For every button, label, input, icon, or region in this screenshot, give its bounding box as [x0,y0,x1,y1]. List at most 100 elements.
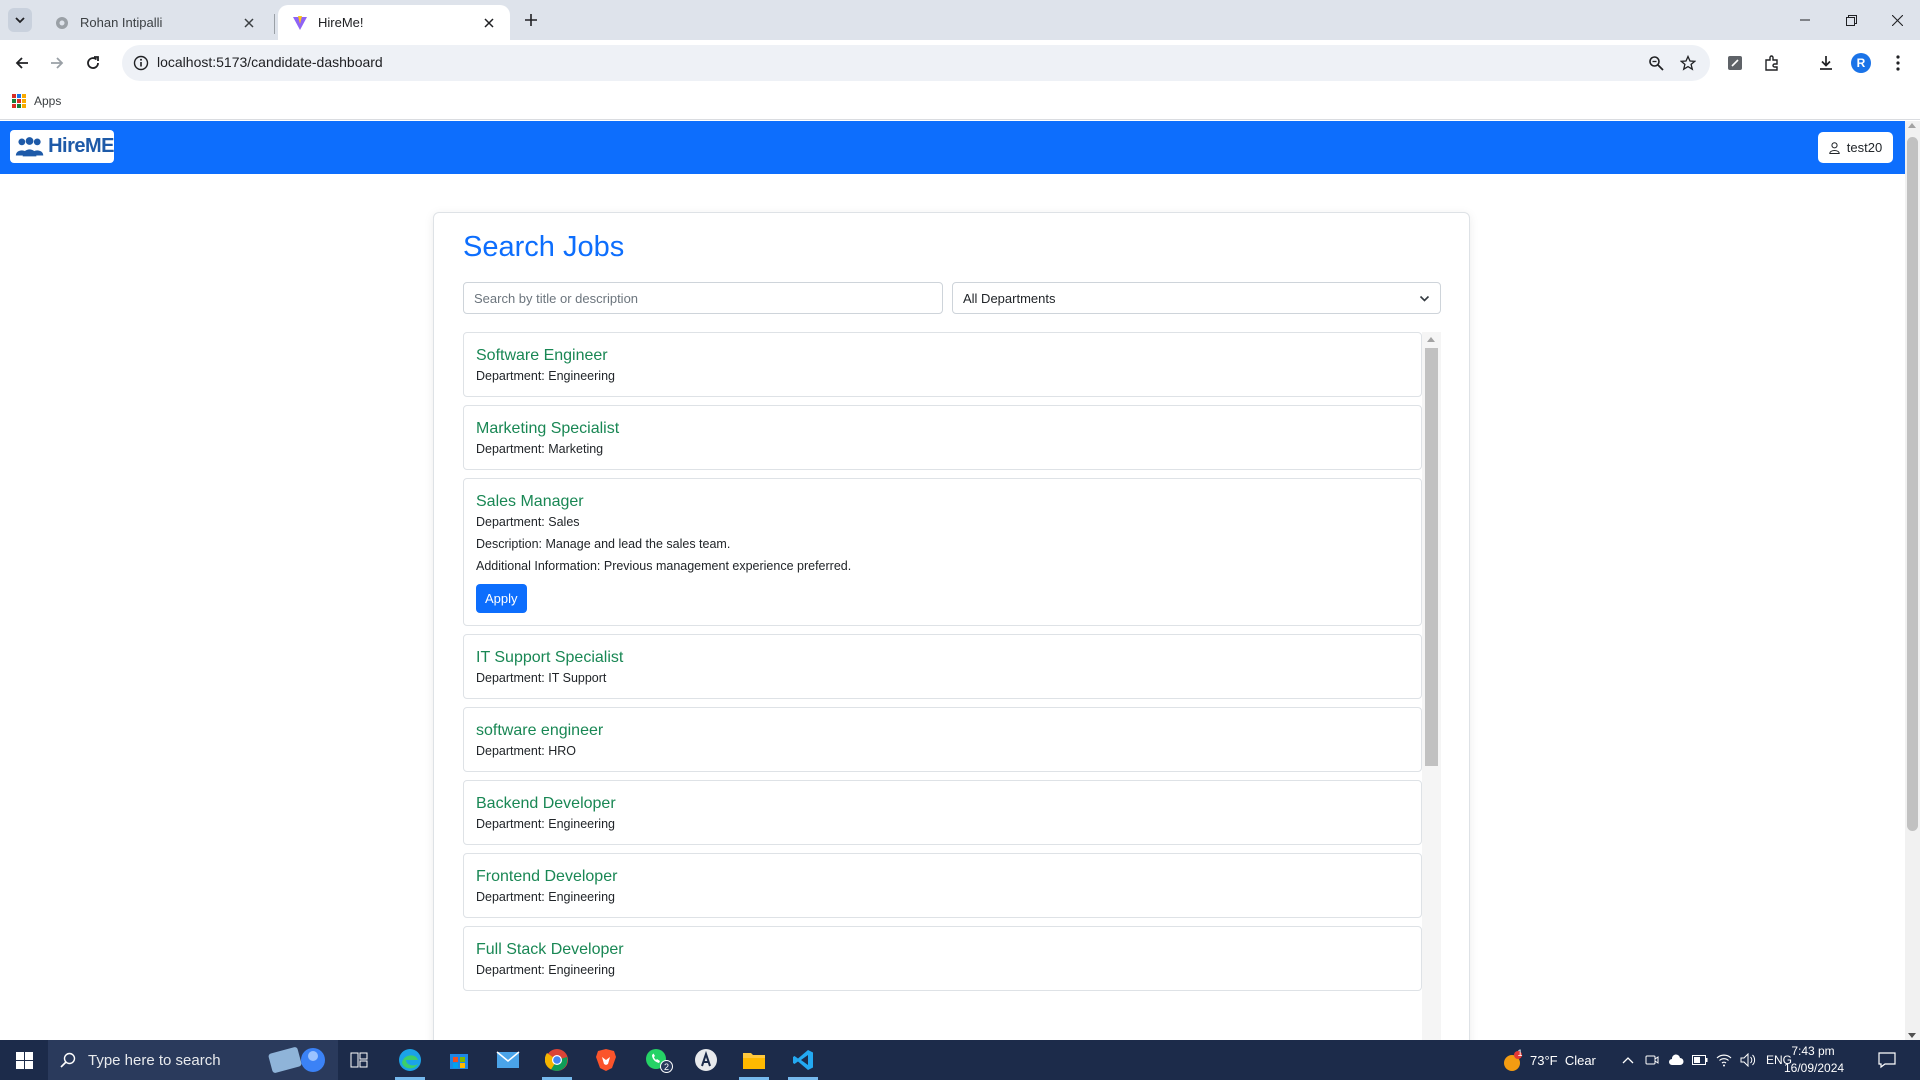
restore-icon [1845,14,1857,26]
task-view-icon [350,1052,368,1068]
start-button[interactable] [0,1040,48,1080]
menu-kebab-icon[interactable] [1886,51,1910,75]
windows-taskbar: Type here to search 2 1 73°F Clear ENG 7… [0,1040,1920,1080]
job-card[interactable]: Full Stack Developer Department: Enginee… [463,926,1422,991]
weather-text: 73°F Clear [1530,1052,1596,1068]
scroll-down-arrow-icon[interactable] [1908,1033,1916,1038]
job-card[interactable]: software engineer Department: HRO [463,707,1422,772]
job-department: Department: Marketing [476,442,604,456]
scroll-up-arrow-icon[interactable] [1427,337,1435,342]
department-select[interactable]: All Departments [952,282,1441,314]
people-group-icon [15,136,44,156]
weather-icon[interactable]: 1 [1500,1048,1524,1072]
user-menu-button[interactable]: test20 [1818,132,1893,163]
tab-rohan-intipalli[interactable]: Rohan Intipalli [40,5,270,40]
tab-label: Rohan Intipalli [80,15,163,30]
chevron-up-icon[interactable] [1620,1052,1636,1068]
job-card[interactable]: Marketing Specialist Department: Marketi… [463,405,1422,470]
tab-search-button[interactable] [8,8,32,32]
profile-avatar-button[interactable]: R [1849,51,1873,75]
extension-puzzle-alt-icon[interactable] [1723,51,1747,75]
taskbar-search-placeholder: Type here to search [88,1051,221,1069]
battery-icon[interactable] [1692,1052,1708,1068]
taskbar-whatsapp[interactable]: 2 [634,1040,680,1080]
taskbar-file-explorer[interactable] [731,1040,777,1080]
search-highlight-illustration-icon [268,1047,325,1073]
new-tab-button[interactable] [520,8,542,32]
close-icon[interactable] [240,14,258,32]
onedrive-cloud-icon[interactable] [1668,1052,1684,1068]
job-title[interactable]: Full Stack Developer [476,940,1409,959]
brand-logo[interactable]: HireME [10,130,114,163]
notification-badge: 2 [660,1060,673,1073]
job-title[interactable]: software engineer [476,721,1409,740]
weather-widget[interactable]: 73°F Clear [1530,1040,1596,1080]
folder-icon [743,1053,765,1069]
job-title[interactable]: IT Support Specialist [476,648,1409,667]
volume-icon[interactable] [1740,1052,1756,1068]
page-viewport: HireME test20 Search Jobs All Department… [0,121,1920,1040]
wifi-icon[interactable] [1716,1052,1732,1068]
vite-logo-icon [292,15,308,31]
job-card[interactable]: Backend Developer Department: Engineerin… [463,780,1422,845]
job-list[interactable]: Software Engineer Department: Engineerin… [463,332,1441,1040]
restore-button[interactable] [1828,0,1874,40]
taskbar-chrome[interactable] [534,1040,580,1080]
job-card-expanded[interactable]: Sales Manager Department: Sales Descript… [463,478,1422,626]
reload-button[interactable] [80,50,106,76]
clock-date: 16/09/2024 [1784,1061,1845,1075]
taskbar-app-store[interactable] [683,1040,729,1080]
site-info-icon[interactable] [132,54,150,72]
user-icon [1829,141,1840,154]
taskbar-clock[interactable]: 7:43 pm 16/09/2024 [1784,1043,1845,1077]
taskbar-brave[interactable] [583,1040,629,1080]
scroll-up-arrow-icon[interactable] [1908,123,1916,128]
scrollbar-thumb[interactable] [1425,348,1438,766]
close-icon[interactable] [480,14,498,32]
clock-time: 7:43 pm [1791,1044,1835,1058]
taskbar-store[interactable] [436,1040,482,1080]
back-button[interactable] [9,50,35,76]
windows-logo-icon [15,1051,33,1069]
close-window-button[interactable] [1874,0,1920,40]
download-icon[interactable] [1814,51,1838,75]
taskbar-mail[interactable] [485,1040,531,1080]
job-title[interactable]: Frontend Developer [476,867,1409,886]
scrollbar-thumb[interactable] [1907,137,1918,831]
job-department: Department: HRO [476,744,577,758]
minimize-button[interactable] [1782,0,1828,40]
forward-button[interactable] [44,50,70,76]
job-department: Department: Engineering [476,817,615,831]
taskbar-vscode[interactable] [780,1040,826,1080]
brand-name: HireME [48,135,114,157]
address-bar[interactable]: localhost:5173/candidate-dashboard [122,45,1710,81]
job-list-scrollbar[interactable] [1422,332,1441,1040]
job-card[interactable]: IT Support Specialist Department: IT Sup… [463,634,1422,699]
app-store-icon [695,1049,717,1071]
meet-now-icon[interactable] [1644,1052,1660,1068]
tab-label: HireMe! [318,15,364,30]
notifications-icon[interactable] [1878,1051,1896,1069]
bookmark-star-icon[interactable] [1678,53,1698,73]
taskbar-search-box[interactable]: Type here to search [48,1040,338,1080]
tab-hireme[interactable]: HireMe! [278,5,510,40]
avatar: R [1851,53,1871,73]
zoom-icon[interactable] [1646,53,1666,73]
chevron-down-icon [1419,292,1430,307]
apply-button[interactable]: Apply [476,584,527,613]
search-input[interactable] [463,282,943,314]
job-title[interactable]: Marketing Specialist [476,419,1409,438]
mail-icon [496,1051,520,1068]
browser-tab-strip: Rohan Intipalli HireMe! [0,0,1920,40]
job-card[interactable]: Software Engineer Department: Engineerin… [463,332,1422,397]
task-view-button[interactable] [336,1040,382,1080]
taskbar-edge[interactable] [387,1040,433,1080]
job-title[interactable]: Software Engineer [476,346,1409,365]
page-scrollbar[interactable] [1905,121,1920,1040]
url-text: localhost:5173/candidate-dashboard [157,54,383,70]
extensions-icon[interactable] [1760,51,1784,75]
job-title[interactable]: Backend Developer [476,794,1409,813]
apps-bookmark[interactable]: Apps [12,94,61,108]
job-card[interactable]: Frontend Developer Department: Engineeri… [463,853,1422,918]
job-title[interactable]: Sales Manager [476,492,1409,511]
